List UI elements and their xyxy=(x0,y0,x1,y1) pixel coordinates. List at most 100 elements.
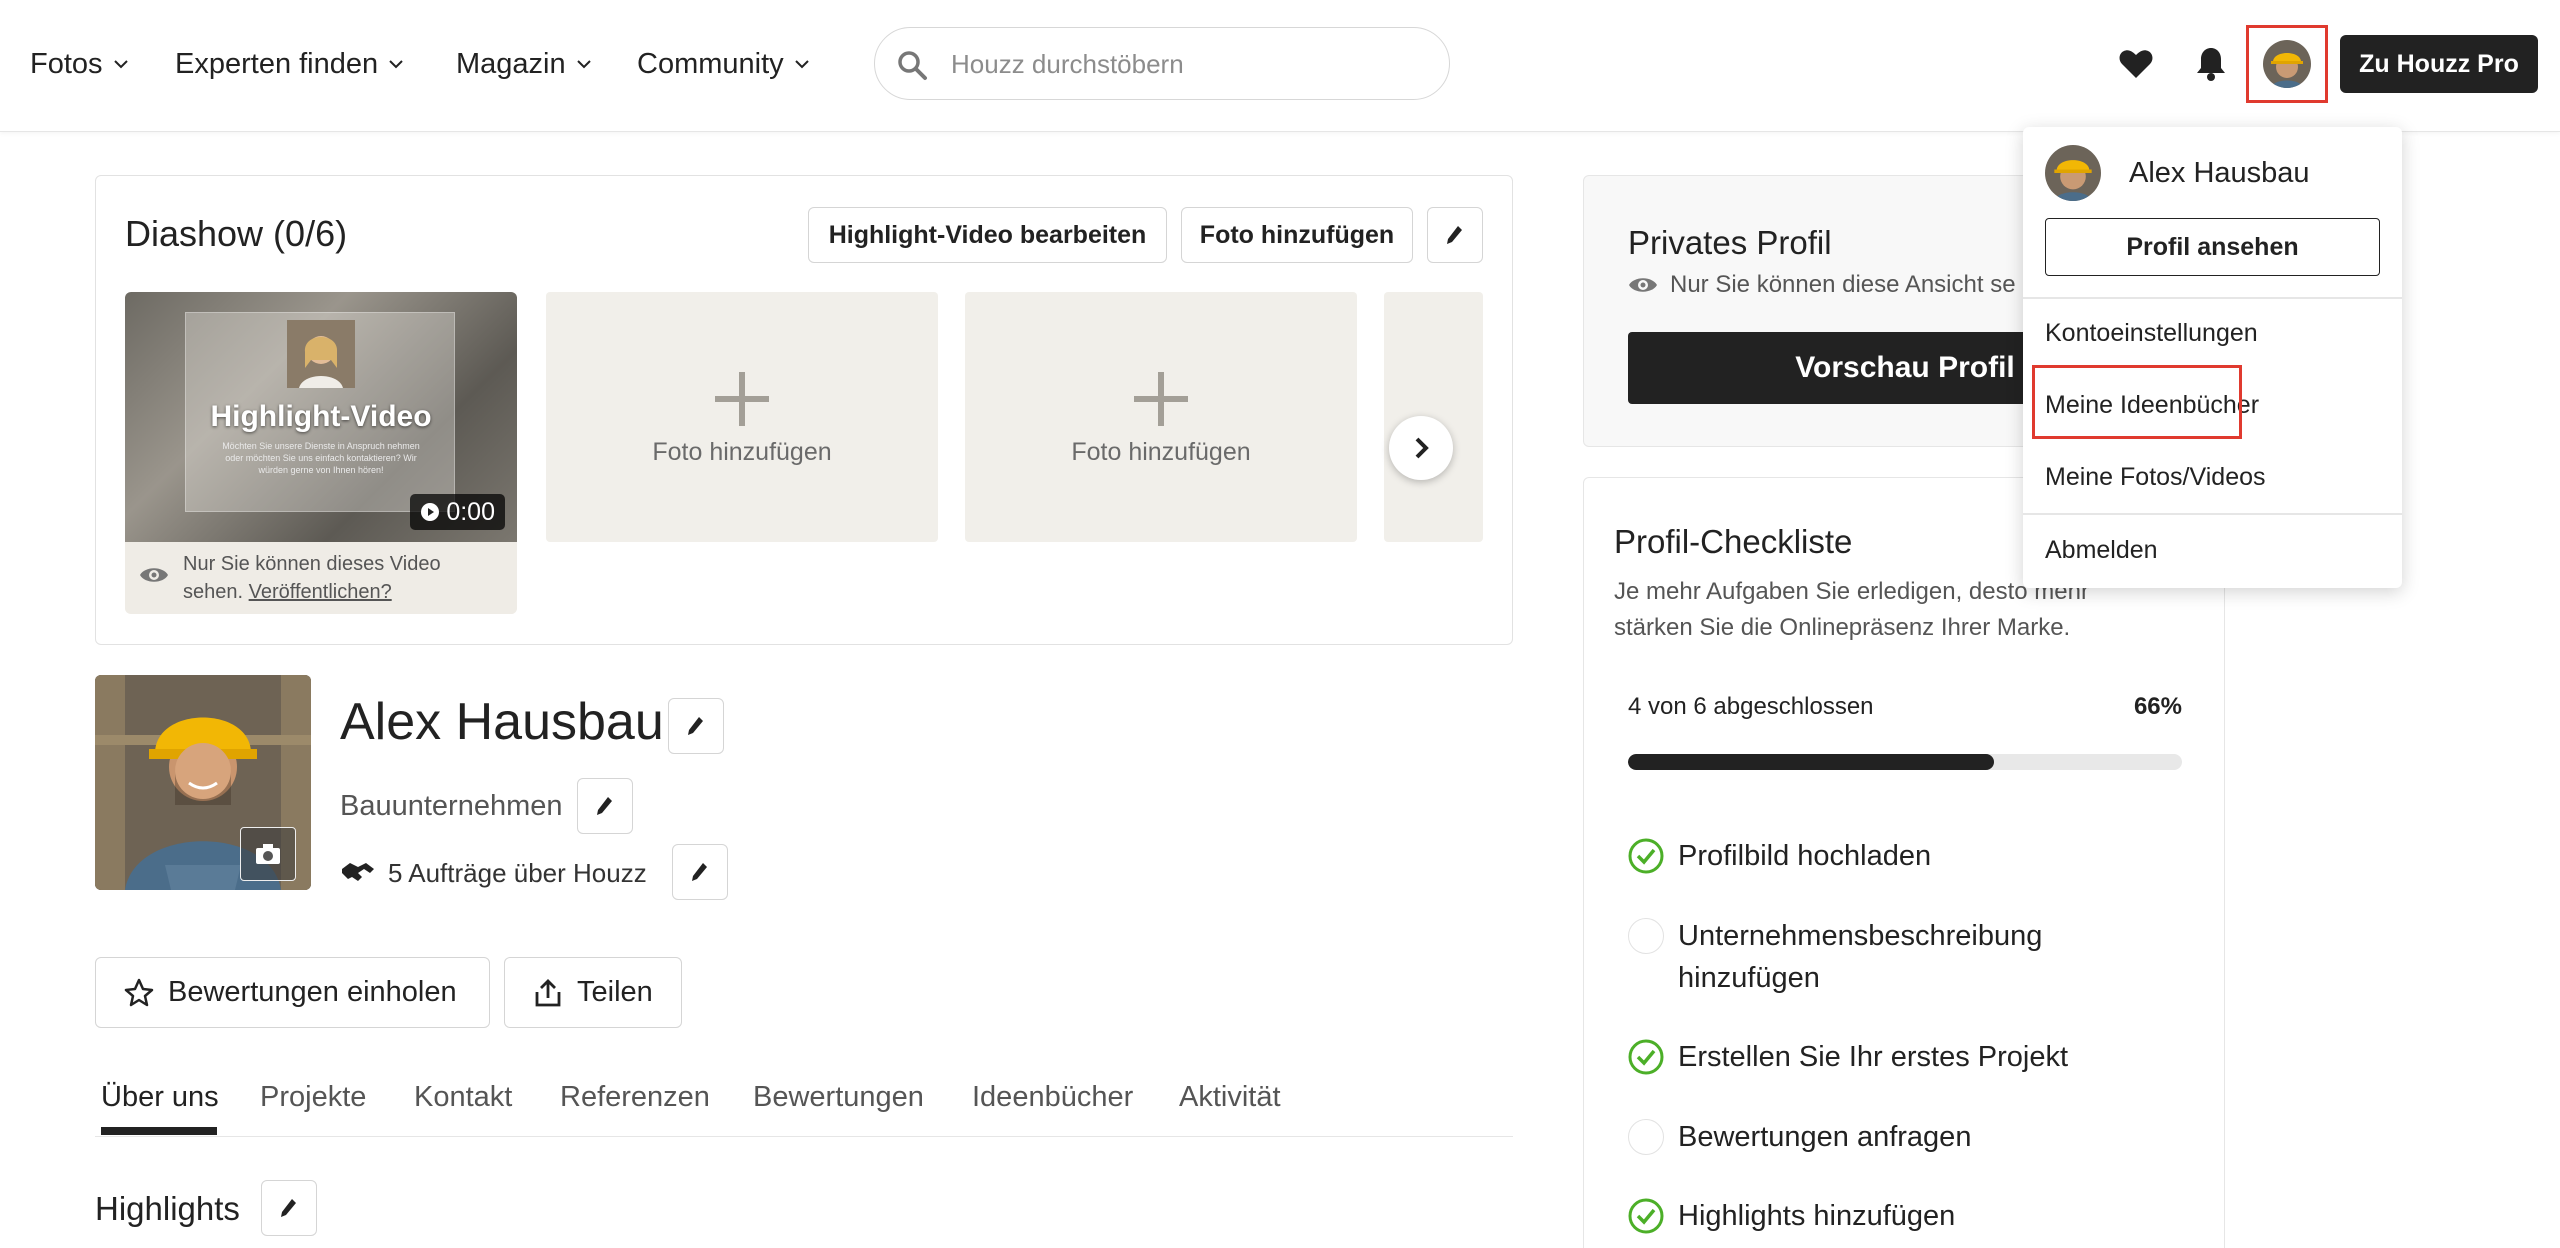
nav-magazin-label: Magazin xyxy=(456,47,566,80)
add-photo-tile-partial[interactable] xyxy=(1384,292,1483,542)
profile-name: Alex Hausbau xyxy=(340,693,664,751)
houzz-pro-button[interactable]: Zu Houzz Pro xyxy=(2340,35,2538,93)
tab-ideenbuecher[interactable]: Ideenbücher xyxy=(972,1081,1133,1114)
video-thumbnail: Highlight-Video Möchten Sie unsere Diens… xyxy=(125,292,517,542)
nav-magazin[interactable]: Magazin xyxy=(456,40,594,88)
jobs-text: 5 Aufträge über Houzz xyxy=(388,857,647,888)
video-duration: 0:00 xyxy=(410,494,505,530)
nav-community-label: Community xyxy=(637,47,784,80)
dropdown-header: Alex Hausbau xyxy=(2045,145,2310,201)
nav-fotos[interactable]: Fotos xyxy=(30,40,131,88)
dropdown-user-name: Alex Hausbau xyxy=(2129,156,2310,189)
add-photo-tile-label: Foto hinzufügen xyxy=(652,438,832,466)
checklist-item-label: Bewertungen anfragen xyxy=(1678,1121,1972,1153)
checklist-item[interactable]: Erstellen Sie Ihr erstes Projekt xyxy=(1628,1036,2168,1078)
slideshow-card: Diashow (0/6) Highlight-Video bearbeiten… xyxy=(95,175,1513,645)
checklist-item[interactable]: Bewertungen anfragen xyxy=(1628,1116,2168,1158)
checklist-item-label: Highlights hinzufügen xyxy=(1678,1200,1956,1232)
video-subtext: Möchten Sie unsere Dienste in Anspruch n… xyxy=(222,441,420,475)
nav-experten-label: Experten finden xyxy=(175,47,379,80)
camera-icon xyxy=(256,844,280,864)
profile-tabs: Über uns Projekte Kontakt Referenzen Bew… xyxy=(95,1075,1513,1137)
private-profile-title: Privates Profil xyxy=(1628,224,1832,261)
pencil-icon xyxy=(281,1199,296,1217)
eye-icon xyxy=(1629,278,1657,292)
edit-business-type-button[interactable] xyxy=(577,778,633,834)
add-photo-tile[interactable]: Foto hinzufügen xyxy=(965,292,1357,542)
private-profile-note: Nur Sie können diese Ansicht se xyxy=(1628,271,2016,299)
notification-bell-icon[interactable] xyxy=(2191,42,2231,86)
play-icon xyxy=(421,503,440,521)
pencil-icon xyxy=(1447,226,1462,244)
favorites-heart-icon[interactable] xyxy=(2116,44,2156,84)
edit-name-button[interactable] xyxy=(668,698,724,754)
tab-ueber-uns[interactable]: Über uns xyxy=(101,1081,219,1114)
slideshow-title: Diashow (0/6) xyxy=(125,213,348,254)
empty-circle-icon xyxy=(1628,918,1664,954)
account-dropdown-menu: Alex Hausbau Profil ansehen Kontoeinstel… xyxy=(2023,127,2402,588)
chevron-down-icon xyxy=(389,60,403,69)
pencil-icon xyxy=(688,717,703,735)
edit-highlights-button[interactable] xyxy=(261,1180,317,1236)
add-photo-button[interactable]: Foto hinzufügen xyxy=(1181,207,1413,263)
checklist-item[interactable]: Profilbild hochladen xyxy=(1628,835,2168,877)
get-reviews-button[interactable]: Bewertungen einholen xyxy=(95,957,490,1028)
check-circle-icon xyxy=(1628,838,1664,874)
edit-highlight-video-button[interactable]: Highlight-Video bearbeiten xyxy=(808,207,1167,263)
share-icon xyxy=(535,978,561,1006)
checklist-item[interactable]: Highlights hinzufügen xyxy=(1628,1195,2168,1237)
check-circle-icon xyxy=(1628,1198,1664,1234)
profile-checklist-card: Profil-Checkliste Je mehr Aufgaben Sie e… xyxy=(1583,477,2225,1248)
progress-bar xyxy=(1628,754,2182,770)
tab-referenzen[interactable]: Referenzen xyxy=(560,1081,710,1114)
checklist-item-label: Erstellen Sie Ihr erstes Projekt xyxy=(1678,1041,2069,1073)
top-navigation: Fotos Experten finden Magazin Community … xyxy=(0,0,2560,132)
plus-icon xyxy=(1134,372,1188,426)
tab-kontakt[interactable]: Kontakt xyxy=(414,1081,512,1114)
menu-item-logout[interactable]: Abmelden xyxy=(2045,536,2158,565)
tab-projekte[interactable]: Projekte xyxy=(260,1081,366,1114)
video-visibility-note: Nur Sie können dieses Video sehen. Veröf… xyxy=(125,542,517,614)
video-label: Highlight-Video xyxy=(210,400,432,433)
plus-icon xyxy=(715,372,769,426)
menu-item-account-settings[interactable]: Kontoeinstellungen xyxy=(2045,319,2258,348)
highlights-title: Highlights xyxy=(95,1190,240,1227)
checklist-item[interactable]: Unternehmensbeschreibung hinzufügen xyxy=(1628,915,2168,999)
menu-item-my-photos-videos[interactable]: Meine Fotos/Videos xyxy=(2045,463,2266,492)
eye-icon xyxy=(140,568,168,582)
nav-community[interactable]: Community xyxy=(637,40,812,88)
share-label: Teilen xyxy=(577,976,653,1008)
change-photo-camera-button[interactable] xyxy=(240,827,296,881)
highlight-video-tile[interactable]: Highlight-Video Möchten Sie unsere Diens… xyxy=(125,292,517,614)
nav-experten-finden[interactable]: Experten finden xyxy=(175,40,406,88)
view-profile-button[interactable]: Profil ansehen xyxy=(2045,218,2380,276)
search-input[interactable] xyxy=(951,42,1421,86)
share-button[interactable]: Teilen xyxy=(504,957,682,1028)
publish-link[interactable]: Veröffentlichen? xyxy=(249,581,392,603)
active-tab-indicator xyxy=(101,1127,217,1135)
handshake-icon xyxy=(342,863,374,881)
business-type: Bauunternehmen xyxy=(340,790,563,822)
check-circle-icon xyxy=(1628,1039,1664,1075)
edit-jobs-button[interactable] xyxy=(672,844,728,900)
add-photo-tile[interactable]: Foto hinzufügen xyxy=(546,292,938,542)
checklist-item-label: Profilbild hochladen xyxy=(1678,840,1932,872)
account-avatar-button[interactable] xyxy=(2246,25,2328,103)
tab-bewertungen[interactable]: Bewertungen xyxy=(753,1081,924,1114)
duration-text: 0:00 xyxy=(446,497,495,526)
highlight-box xyxy=(2032,365,2242,439)
tab-aktivitaet[interactable]: Aktivität xyxy=(1179,1081,1281,1114)
progress-bar-fill xyxy=(1628,754,1994,770)
checklist-progress-row: 4 von 6 abgeschlossen 66% xyxy=(1628,693,2182,721)
star-icon xyxy=(124,978,154,1006)
edit-slideshow-button[interactable] xyxy=(1427,207,1483,263)
progress-text: 4 von 6 abgeschlossen xyxy=(1628,693,1874,720)
divider xyxy=(2023,513,2402,515)
avatar xyxy=(2045,145,2101,201)
private-profile-note-text: Nur Sie können diese Ansicht se xyxy=(1670,271,2016,298)
search-bar xyxy=(874,27,1450,100)
chevron-down-icon xyxy=(794,60,809,69)
slideshow-next-button[interactable] xyxy=(1389,416,1453,480)
add-photo-tile-label: Foto hinzufügen xyxy=(1071,438,1251,466)
chevron-right-icon xyxy=(1415,437,1429,459)
